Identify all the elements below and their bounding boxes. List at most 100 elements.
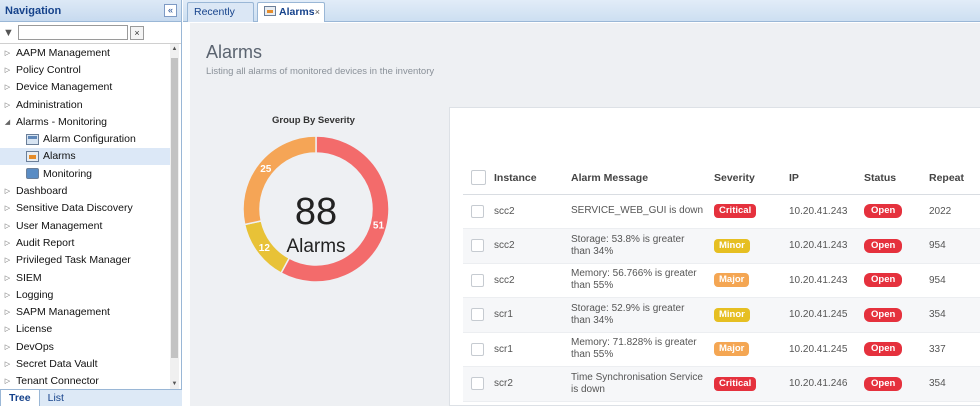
expand-arrow-icon[interactable]: ▷ bbox=[2, 49, 13, 57]
severity-badge: Critical bbox=[714, 376, 757, 391]
table-row[interactable]: scc2 Memory: 56.766% is greater than 55% M… bbox=[463, 263, 980, 298]
expand-arrow-icon[interactable]: ▷ bbox=[2, 83, 13, 91]
close-tab-icon[interactable]: × bbox=[315, 3, 320, 21]
expand-arrow-icon[interactable]: ▷ bbox=[2, 377, 13, 385]
alarm-message-cell: Time Synchronisation Service is down bbox=[571, 366, 714, 402]
row-checkbox[interactable] bbox=[471, 377, 484, 391]
row-select-cell bbox=[463, 263, 494, 298]
expand-arrow-icon[interactable]: ▷ bbox=[2, 66, 13, 74]
alarm-message-cell: SERVICE_WEB_GUI is down bbox=[571, 194, 714, 229]
expand-arrow-icon[interactable]: ▷ bbox=[2, 291, 13, 299]
scrollbar-thumb[interactable] bbox=[171, 58, 178, 358]
expand-arrow-icon[interactable]: ▷ bbox=[2, 222, 13, 230]
row-checkbox[interactable] bbox=[471, 239, 484, 253]
status-badge: Open bbox=[864, 273, 903, 288]
expand-arrow-icon[interactable]: ▷ bbox=[2, 325, 13, 333]
column-header-status[interactable]: Status bbox=[864, 162, 929, 195]
expand-arrow-icon[interactable]: ▷ bbox=[2, 343, 13, 351]
tree-item-alarms[interactable]: Alarms bbox=[0, 147, 170, 166]
table-row[interactable]: scc2 SERVICE_WEB_GUI is down Critical 10.20… bbox=[463, 194, 980, 229]
tree-item-label: DevOps bbox=[16, 340, 54, 353]
row-select-cell bbox=[463, 228, 494, 264]
tree-item-administration[interactable]: ▷ Administration bbox=[0, 96, 170, 113]
severity-cell: Critical bbox=[714, 366, 789, 402]
tree-item-siem[interactable]: ▷ SIEM bbox=[0, 269, 170, 286]
tree-item-user-management[interactable]: ▷ User Management bbox=[0, 217, 170, 234]
tree-item-privileged-task-manager[interactable]: ▷ Privileged Task Manager bbox=[0, 252, 170, 269]
tree-item-aapm-management[interactable]: ▷ AAPM Management bbox=[0, 44, 170, 61]
expand-arrow-icon[interactable]: ▷ bbox=[2, 360, 13, 368]
status-badge: Open bbox=[864, 342, 903, 357]
expand-arrow-icon[interactable]: ▷ bbox=[2, 308, 13, 316]
tree-item-sensitive-data-discovery[interactable]: ▷ Sensitive Data Discovery bbox=[0, 200, 170, 217]
select-all-checkbox[interactable] bbox=[471, 170, 486, 186]
tree-item-tenant-connector[interactable]: ▷ Tenant Connector bbox=[0, 373, 170, 389]
tree-item-label: Privileged Task Manager bbox=[16, 254, 131, 267]
tree-item-alarm-configuration[interactable]: Alarm Configuration bbox=[0, 130, 170, 147]
scroll-down-arrow-icon[interactable]: ▼ bbox=[170, 381, 179, 387]
column-header-alarm-message[interactable]: Alarm Message bbox=[571, 162, 714, 195]
tab-tree[interactable]: Tree bbox=[0, 390, 40, 406]
tree-item-label: AAPM Management bbox=[16, 46, 110, 59]
tab-recently-view[interactable]: Recently View bbox=[187, 2, 254, 36]
column-header-ip[interactable]: IP bbox=[789, 162, 864, 195]
tab-list[interactable]: List bbox=[40, 390, 72, 406]
tree-item-dashboard[interactable]: ▷ Dashboard bbox=[0, 182, 170, 199]
filter-icon[interactable]: ▼ bbox=[3, 27, 15, 39]
row-checkbox[interactable] bbox=[471, 204, 484, 218]
severity-badge: Major bbox=[714, 273, 750, 288]
tree-item-audit-report[interactable]: ▷ Audit Report bbox=[0, 234, 170, 251]
severity-chart-title: Group By Severity bbox=[272, 115, 355, 126]
tree-item-monitoring[interactable]: Monitoring bbox=[0, 165, 170, 182]
clear-filter-button[interactable]: × bbox=[130, 25, 144, 40]
tree-item-devops[interactable]: ▷ DevOps bbox=[0, 338, 170, 355]
severity-badge: Minor bbox=[714, 238, 750, 253]
expanded-arrow-icon[interactable]: ◢ bbox=[2, 118, 13, 126]
expand-arrow-icon[interactable]: ▷ bbox=[2, 256, 13, 264]
expand-arrow-icon[interactable]: ▷ bbox=[2, 101, 13, 109]
donut-value-label-minor: 12 bbox=[259, 243, 271, 254]
tree-item-logging[interactable]: ▷ Logging bbox=[0, 286, 170, 303]
table-row[interactable]: scr1 Memory: 71.828% is greater than 55% M… bbox=[463, 332, 980, 367]
ip-cell: 10.20.41.243 bbox=[789, 228, 864, 264]
row-checkbox[interactable] bbox=[471, 342, 484, 356]
scroll-up-arrow-icon[interactable]: ▲ bbox=[170, 46, 179, 52]
tree-item-label: Administration bbox=[16, 98, 83, 111]
row-checkbox[interactable] bbox=[471, 273, 484, 287]
ip-cell: 10.20.41.243 bbox=[789, 194, 864, 229]
column-header-severity[interactable]: Severity bbox=[714, 162, 789, 195]
tree-item-label: User Management bbox=[16, 219, 103, 232]
expand-arrow-icon[interactable]: ▷ bbox=[2, 204, 13, 212]
tree-item-label: Monitoring bbox=[43, 167, 93, 180]
row-checkbox[interactable] bbox=[471, 308, 484, 322]
column-header-repeat[interactable]: Repeat bbox=[929, 162, 980, 195]
status-cell: Open bbox=[864, 297, 929, 333]
navigation-view-tabs: Tree List bbox=[0, 389, 182, 406]
status-cell: Open bbox=[864, 366, 929, 402]
table-row[interactable]: scr1 Storage: 52.9% is greater than 34% Mi… bbox=[463, 297, 980, 333]
tree-item-policy-control[interactable]: ▷ Policy Control bbox=[0, 61, 170, 78]
tree-item-device-management[interactable]: ▷ Device Management bbox=[0, 79, 170, 96]
tree-item-secret-data-vault[interactable]: ▷ Secret Data Vault bbox=[0, 355, 170, 372]
table-row[interactable]: scc2 Storage: 53.8% is greater than 34% Mi… bbox=[463, 228, 980, 264]
table-row[interactable]: scr2 Time Synchronisation Service is down… bbox=[463, 366, 980, 402]
collapse-panel-button[interactable]: « bbox=[164, 4, 177, 17]
column-header-instance[interactable]: Instance bbox=[494, 162, 571, 195]
tree-scrollbar[interactable]: ▲ ▼ bbox=[170, 44, 179, 389]
page-title: Alarms bbox=[206, 42, 263, 62]
tab-alarms-label: Alarms bbox=[279, 6, 315, 18]
expand-arrow-icon[interactable]: ▷ bbox=[2, 274, 13, 282]
tree-item-sapm-management[interactable]: ▷ SAPM Management bbox=[0, 303, 170, 320]
row-select-cell bbox=[463, 366, 494, 402]
instance-cell: scr1 bbox=[494, 332, 571, 367]
tree-item-license[interactable]: ▷ License bbox=[0, 321, 170, 338]
navigation-filter-input[interactable] bbox=[18, 25, 128, 40]
navigation-tree: ▷ AAPM Management ▷ Policy Control ▷ Device M… bbox=[0, 44, 170, 389]
expand-arrow-icon[interactable]: ▷ bbox=[2, 239, 13, 247]
tree-item-alarms-monitoring[interactable]: ◢ Alarms - Monitoring bbox=[0, 113, 170, 130]
tab-alarms[interactable]: Alarms × bbox=[257, 2, 325, 22]
donut-value-label-major: 25 bbox=[260, 164, 272, 175]
instance-cell: scr1 bbox=[494, 297, 571, 333]
status-badge: Open bbox=[864, 238, 903, 253]
expand-arrow-icon[interactable]: ▷ bbox=[2, 187, 13, 195]
